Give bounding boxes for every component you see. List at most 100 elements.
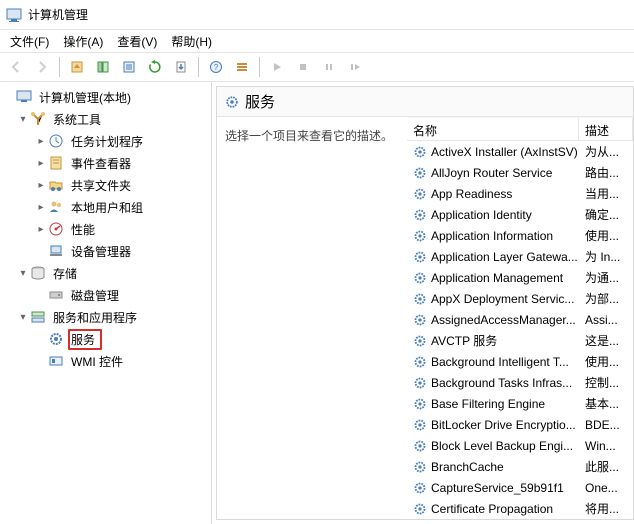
back-button[interactable] bbox=[4, 55, 28, 79]
service-row[interactable]: App Readiness当用... bbox=[407, 183, 633, 204]
toolbar-divider bbox=[59, 57, 60, 77]
tree-local-users[interactable]: ▸ 本地用户和组 bbox=[0, 196, 211, 218]
tree-wmi[interactable]: WMI 控件 bbox=[0, 350, 211, 372]
menu-view[interactable]: 查看(V) bbox=[111, 31, 163, 52]
service-desc-cell: 控制... bbox=[579, 374, 625, 391]
toolbar-divider bbox=[259, 57, 260, 77]
service-name-cell: BranchCache bbox=[407, 460, 579, 474]
chevron-down-icon[interactable]: ▾ bbox=[16, 114, 30, 125]
tree-storage[interactable]: ▾ 存储 bbox=[0, 262, 211, 284]
service-name: Block Level Backup Engi... bbox=[431, 439, 573, 453]
service-row[interactable]: Application Management为通... bbox=[407, 267, 633, 288]
menu-action[interactable]: 操作(A) bbox=[57, 31, 109, 52]
service-name-cell: Base Filtering Engine bbox=[407, 397, 579, 411]
service-name-cell: Background Tasks Infras... bbox=[407, 376, 579, 390]
up-button[interactable] bbox=[65, 55, 89, 79]
tree-device-manager[interactable]: 设备管理器 bbox=[0, 240, 211, 262]
service-name: AllJoyn Router Service bbox=[431, 166, 552, 180]
performance-icon bbox=[48, 221, 64, 237]
service-name: Certificate Propagation bbox=[431, 502, 553, 516]
tree-services-apps[interactable]: ▾ 服务和应用程序 bbox=[0, 306, 211, 328]
column-header-desc[interactable]: 描述 bbox=[579, 118, 633, 140]
service-row[interactable]: ActiveX Installer (AxInstSV)为从... bbox=[407, 141, 633, 162]
tree-task-scheduler[interactable]: ▸ 任务计划程序 bbox=[0, 130, 211, 152]
event-log-icon bbox=[48, 155, 64, 171]
tools-icon bbox=[30, 111, 46, 127]
list-header: 名称 描述 bbox=[407, 117, 633, 141]
app-icon bbox=[6, 7, 22, 23]
help-button[interactable]: ? bbox=[204, 55, 228, 79]
column-header-name[interactable]: 名称 bbox=[407, 118, 579, 140]
service-row[interactable]: Application Identity确定... bbox=[407, 204, 633, 225]
gear-icon bbox=[413, 397, 427, 411]
tree-shared-folders[interactable]: ▸ 共享文件夹 bbox=[0, 174, 211, 196]
disk-icon bbox=[48, 287, 64, 303]
chevron-right-icon[interactable]: ▸ bbox=[34, 180, 48, 191]
service-desc-cell: 此服... bbox=[579, 458, 625, 475]
stop-service-button[interactable] bbox=[291, 55, 315, 79]
chevron-right-icon[interactable]: ▸ bbox=[34, 136, 48, 147]
storage-icon bbox=[30, 265, 46, 281]
service-row[interactable]: Background Tasks Infras... 控制... bbox=[407, 372, 633, 393]
service-name: AssignedAccessManager... bbox=[431, 313, 576, 327]
chevron-right-icon[interactable]: ▸ bbox=[34, 158, 48, 169]
service-name-cell: Background Intelligent T... bbox=[407, 355, 579, 369]
forward-button[interactable] bbox=[30, 55, 54, 79]
chevron-right-icon[interactable]: ▸ bbox=[34, 202, 48, 213]
service-name: Background Intelligent T... bbox=[431, 355, 569, 369]
tree-label: 事件查看器 bbox=[68, 154, 134, 173]
menu-help[interactable]: 帮助(H) bbox=[165, 31, 218, 52]
show-hide-button[interactable] bbox=[91, 55, 115, 79]
gear-icon bbox=[48, 331, 64, 347]
service-row[interactable]: Background Intelligent T...使用... bbox=[407, 351, 633, 372]
tree-label: 计算机管理(本地) bbox=[36, 88, 134, 107]
service-name-cell: AllJoyn Router Service bbox=[407, 166, 579, 180]
tree-event-viewer[interactable]: ▸ 事件查看器 bbox=[0, 152, 211, 174]
pause-service-button[interactable] bbox=[317, 55, 341, 79]
toolbar-divider bbox=[198, 57, 199, 77]
tree-performance[interactable]: ▸ 性能 bbox=[0, 218, 211, 240]
gear-icon bbox=[413, 418, 427, 432]
service-row[interactable]: AVCTP 服务这是... bbox=[407, 330, 633, 351]
start-service-button[interactable] bbox=[265, 55, 289, 79]
export-button[interactable] bbox=[169, 55, 193, 79]
gear-icon bbox=[413, 439, 427, 453]
restart-service-button[interactable] bbox=[343, 55, 367, 79]
service-row[interactable]: AppX Deployment Servic...为部... bbox=[407, 288, 633, 309]
properties-button[interactable] bbox=[117, 55, 141, 79]
service-row[interactable]: Application Layer Gatewa...为 In... bbox=[407, 246, 633, 267]
service-name: Base Filtering Engine bbox=[431, 397, 545, 411]
service-row[interactable]: Block Level Backup Engi...Win... bbox=[407, 435, 633, 456]
tree-system-tools[interactable]: ▾ 系统工具 bbox=[0, 108, 211, 130]
refresh-button[interactable] bbox=[143, 55, 167, 79]
tree-services[interactable]: 服务 bbox=[0, 328, 211, 350]
menu-file[interactable]: 文件(F) bbox=[4, 31, 55, 52]
service-name-cell: BitLocker Drive Encryptio... bbox=[407, 418, 579, 432]
service-row[interactable]: AllJoyn Router Service路由... bbox=[407, 162, 633, 183]
gear-icon bbox=[413, 376, 427, 390]
service-name: Application Information bbox=[431, 229, 553, 243]
chevron-down-icon[interactable]: ▾ bbox=[16, 268, 30, 279]
service-desc-cell: 将用... bbox=[579, 500, 625, 517]
service-name: Application Layer Gatewa... bbox=[431, 250, 578, 264]
service-row[interactable]: BranchCache此服... bbox=[407, 456, 633, 477]
service-row[interactable]: Application Information使用... bbox=[407, 225, 633, 246]
view-details-button[interactable] bbox=[230, 55, 254, 79]
service-name-cell: Certificate Propagation bbox=[407, 502, 579, 516]
tree-disk-mgmt[interactable]: 磁盘管理 bbox=[0, 284, 211, 306]
tree-label: 本地用户和组 bbox=[68, 198, 146, 217]
tree-label: 服务 bbox=[68, 329, 102, 350]
service-row[interactable]: CaptureService_59b91f1One... bbox=[407, 477, 633, 498]
tree-pane: 计算机管理(本地) ▾ 系统工具 ▸ 任务计划程序 ▸ 事件查看器 ▸ 共享文件… bbox=[0, 82, 212, 524]
gear-icon bbox=[413, 166, 427, 180]
device-icon bbox=[48, 243, 64, 259]
chevron-right-icon[interactable]: ▸ bbox=[34, 224, 48, 235]
service-row[interactable]: BitLocker Drive Encryptio...BDE... bbox=[407, 414, 633, 435]
service-row[interactable]: Certificate Propagation 将用... bbox=[407, 498, 633, 519]
tree-root[interactable]: 计算机管理(本地) bbox=[0, 86, 211, 108]
chevron-down-icon[interactable]: ▾ bbox=[16, 312, 30, 323]
titlebar: 计算机管理 bbox=[0, 0, 634, 30]
service-row[interactable]: AssignedAccessManager...Assi... bbox=[407, 309, 633, 330]
service-name: Background Tasks Infras... bbox=[431, 376, 572, 390]
service-row[interactable]: Base Filtering Engine基本... bbox=[407, 393, 633, 414]
